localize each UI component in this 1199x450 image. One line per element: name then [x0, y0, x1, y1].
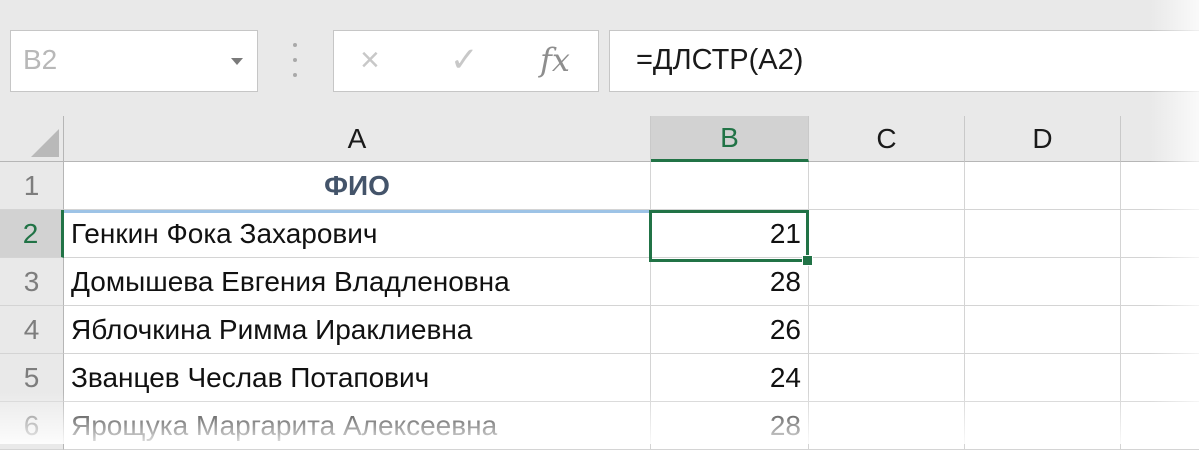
cell-e6[interactable] [1121, 402, 1199, 450]
name-box-value[interactable]: B2 [23, 44, 57, 76]
select-all-button[interactable] [0, 116, 64, 162]
formula-text[interactable]: =ДЛСТР(A2) [636, 44, 803, 77]
fill-handle[interactable] [802, 255, 813, 266]
cell-a1[interactable]: ФИО [64, 162, 651, 210]
cell-c2[interactable] [809, 210, 965, 258]
close-icon[interactable]: × [360, 41, 380, 80]
row-header-6[interactable]: 6 [0, 402, 64, 450]
cell-c6[interactable] [809, 402, 965, 450]
cell-e2[interactable] [1121, 210, 1199, 258]
column-header-b[interactable]: B [651, 116, 809, 162]
cell-b6[interactable]: 28 [651, 402, 809, 450]
row-header-3[interactable]: 3 [0, 258, 64, 306]
cell-c5[interactable] [809, 354, 965, 402]
column-header-a[interactable]: A [64, 116, 651, 162]
cell-c4[interactable] [809, 306, 965, 354]
cell-a2[interactable]: Генкин Фока Захарович [64, 210, 651, 258]
formula-bar: B2 × ✓ fx =ДЛСТР(A2) [0, 0, 1199, 116]
chevron-down-icon[interactable] [231, 58, 243, 65]
grip-icon[interactable] [292, 43, 298, 77]
row-header-1[interactable]: 1 [0, 162, 64, 210]
column-header-d[interactable]: D [965, 116, 1121, 162]
cell-a6[interactable]: Ярощука Маргарита Алексеевна [64, 402, 651, 450]
row-header-2[interactable]: 2 [0, 210, 64, 258]
cell-c1[interactable] [809, 162, 965, 210]
row-header-4[interactable]: 4 [0, 306, 64, 354]
cell-d3[interactable] [965, 258, 1121, 306]
formula-input[interactable]: =ДЛСТР(A2) [609, 30, 1199, 92]
cell-d5[interactable] [965, 354, 1121, 402]
name-box[interactable]: B2 [10, 30, 258, 92]
cell-e5[interactable] [1121, 354, 1199, 402]
cell-d4[interactable] [965, 306, 1121, 354]
worksheet-grid: A B C D 1 ФИО 2 Генкин Фока Захарович 21… [0, 116, 1199, 450]
cell-b3[interactable]: 28 [651, 258, 809, 306]
cell-e4[interactable] [1121, 306, 1199, 354]
check-icon[interactable]: ✓ [450, 40, 479, 80]
cell-e3[interactable] [1121, 258, 1199, 306]
cell-a3[interactable]: Домышева Евгения Владленовна [64, 258, 651, 306]
cell-b4[interactable]: 26 [651, 306, 809, 354]
formula-buttons: × ✓ fx [333, 30, 599, 92]
cell-b5[interactable]: 24 [651, 354, 809, 402]
row-header-5[interactable]: 5 [0, 354, 64, 402]
cell-e1[interactable] [1121, 162, 1199, 210]
column-header-e[interactable] [1121, 116, 1199, 162]
function-icon[interactable]: fx [540, 41, 570, 79]
table-header-underline [64, 210, 651, 213]
cell-c3[interactable] [809, 258, 965, 306]
cell-d1[interactable] [965, 162, 1121, 210]
cell-d6[interactable] [965, 402, 1121, 450]
cell-b1[interactable] [651, 162, 809, 210]
cell-d2[interactable] [965, 210, 1121, 258]
cell-a5[interactable]: Званцев Чеслав Потапович [64, 354, 651, 402]
cell-a4[interactable]: Яблочкина Римма Ираклиевна [64, 306, 651, 354]
select-all-triangle-icon [31, 129, 59, 157]
active-cell-border [649, 210, 809, 262]
column-header-c[interactable]: C [809, 116, 965, 162]
